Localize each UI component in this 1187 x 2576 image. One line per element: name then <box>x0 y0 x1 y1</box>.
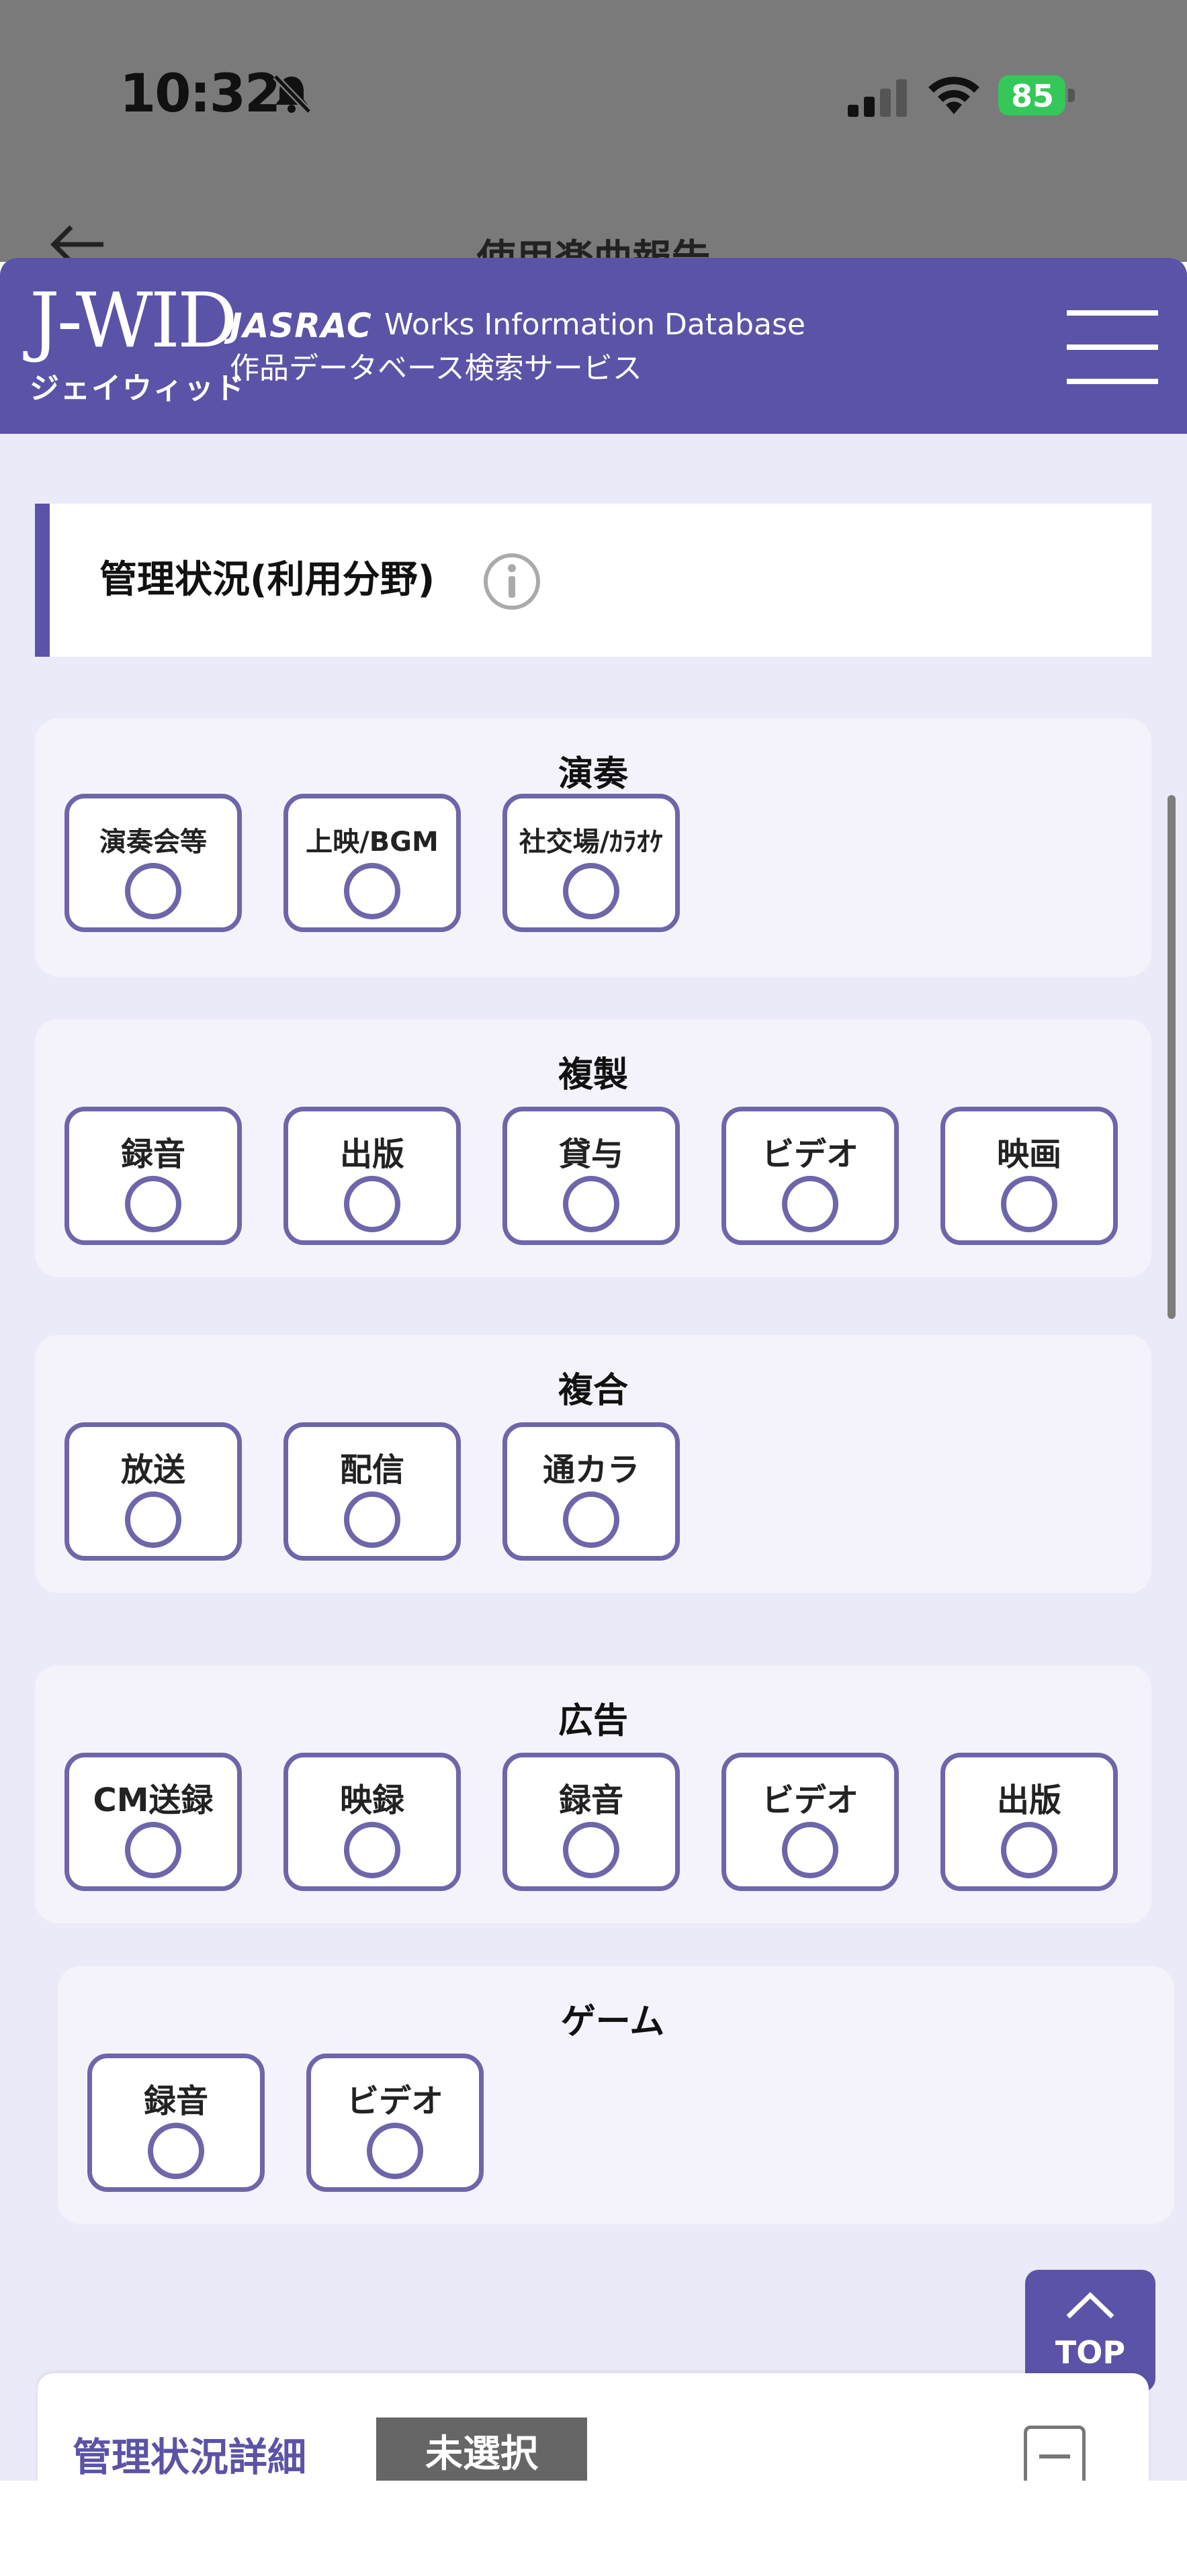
option-composite-streaming[interactable]: 配信 <box>283 1422 461 1561</box>
bell-muted-icon <box>273 74 312 114</box>
radio-circle-icon <box>125 1176 181 1232</box>
usage-group-performance: 演奏 演奏会等 上映/BGM 社交場/ｶﾗｵｹ <box>35 719 1151 976</box>
option-game-video[interactable]: ビデオ <box>306 2054 484 2192</box>
group-title: 複製 <box>558 1055 628 1095</box>
section-title: 管理状況(利用分野) <box>99 558 435 602</box>
radio-circle-icon <box>782 1822 838 1878</box>
option-label: 録音 <box>120 1136 185 1173</box>
group-title: 広告 <box>558 1701 628 1741</box>
option-advertising-video[interactable]: ビデオ <box>721 1753 899 1891</box>
group-title: 複合 <box>558 1371 628 1411</box>
cellular-signal-icon <box>848 79 907 117</box>
option-performance-concert[interactable]: 演奏会等 <box>64 794 242 932</box>
battery-level: 85 <box>1010 78 1054 114</box>
option-label: 録音 <box>558 1782 623 1819</box>
option-label: ビデオ <box>346 2082 443 2120</box>
option-label: 映録 <box>339 1782 404 1819</box>
top-button-label: TOP <box>1055 2334 1126 2371</box>
radio-circle-icon <box>344 1491 400 1548</box>
option-label: 通カラ <box>542 1451 640 1489</box>
modal-sheet: J-WID ジェイウィッド JASRAC Works Information D… <box>0 258 1187 2481</box>
option-label: 放送 <box>120 1451 185 1489</box>
group-title: ゲーム <box>560 2002 665 2042</box>
battery-tip <box>1068 89 1075 102</box>
radio-circle-icon <box>125 1822 181 1878</box>
option-label: 上映/BGM <box>306 827 439 858</box>
option-performance-screening[interactable]: 上映/BGM <box>283 794 461 932</box>
group-title: 演奏 <box>558 754 628 794</box>
option-reproduction-video[interactable]: ビデオ <box>721 1107 899 1245</box>
option-reproduction-publishing[interactable]: 出版 <box>283 1107 461 1245</box>
radio-circle-icon <box>367 2123 423 2179</box>
status-bar: 10:32 85 <box>0 0 1187 195</box>
header-subtitle-en: Works Information Database <box>384 308 805 342</box>
option-reproduction-film[interactable]: 映画 <box>940 1107 1118 1245</box>
option-label: 貸与 <box>558 1136 623 1173</box>
option-composite-broadcast[interactable]: 放送 <box>64 1422 242 1561</box>
section-accent-bar <box>35 504 50 657</box>
radio-circle-icon <box>344 1822 400 1878</box>
option-reproduction-rental[interactable]: 貸与 <box>502 1107 680 1245</box>
detail-title: 管理状況詳細 <box>73 2434 307 2480</box>
radio-circle-icon <box>563 1822 619 1878</box>
wifi-icon <box>928 77 979 114</box>
radio-circle-icon <box>148 2123 204 2179</box>
usage-group-advertising: 広告 CM送録 映録 録音 ビデオ 出版 <box>35 1665 1151 1923</box>
bottom-safe-area <box>0 2481 1187 2576</box>
collapse-toggle-icon[interactable] <box>1024 2426 1086 2487</box>
usage-group-game: ゲーム 録音 ビデオ <box>58 1966 1174 2224</box>
radio-circle-icon <box>563 1491 619 1548</box>
usage-group-composite: 複合 放送 配信 通カラ <box>35 1335 1151 1593</box>
option-label: CM送録 <box>93 1782 214 1819</box>
jasrac-brand: JASRAC <box>230 306 372 345</box>
header-subtitle-jp: 作品データベース検索サービス <box>230 351 642 385</box>
option-label: 配信 <box>339 1451 404 1489</box>
info-icon[interactable] <box>482 552 541 611</box>
scrollbar[interactable] <box>1168 795 1176 1319</box>
option-label: ビデオ <box>761 1136 859 1173</box>
option-advertising-recording[interactable]: 録音 <box>502 1753 680 1891</box>
jwid-logo[interactable]: J-WID <box>30 283 238 359</box>
option-advertising-cm[interactable]: CM送録 <box>64 1753 242 1891</box>
option-label: ビデオ <box>761 1782 859 1819</box>
option-label: 録音 <box>143 2082 208 2120</box>
option-label: 出版 <box>339 1136 404 1173</box>
jwid-logo-kana: ジェイウィッド <box>30 371 246 406</box>
radio-circle-icon <box>344 1176 400 1232</box>
option-advertising-video-recording[interactable]: 映録 <box>283 1753 461 1891</box>
option-game-recording[interactable]: 録音 <box>87 2054 265 2192</box>
radio-circle-icon <box>125 863 181 919</box>
option-composite-online-karaoke[interactable]: 通カラ <box>502 1422 680 1561</box>
radio-circle-icon <box>125 1491 181 1548</box>
app-header: J-WID ジェイウィッド JASRAC Works Information D… <box>0 258 1187 434</box>
option-reproduction-recording[interactable]: 録音 <box>64 1107 242 1245</box>
radio-circle-icon <box>782 1176 838 1232</box>
radio-circle-icon <box>344 863 400 919</box>
option-performance-karaoke[interactable]: 社交場/ｶﾗｵｹ <box>502 794 680 932</box>
radio-circle-icon <box>1001 1822 1057 1878</box>
status-time: 10:32 <box>120 64 281 124</box>
radio-circle-icon <box>1001 1176 1057 1232</box>
radio-circle-icon <box>563 863 619 919</box>
hamburger-menu-icon[interactable] <box>1067 310 1158 384</box>
battery-indicator: 85 <box>998 75 1079 116</box>
option-advertising-publishing[interactable]: 出版 <box>940 1753 1118 1891</box>
option-label: 社交場/ｶﾗｵｹ <box>519 827 664 858</box>
radio-circle-icon <box>563 1176 619 1232</box>
chevron-up-icon <box>1066 2292 1114 2319</box>
option-label: 出版 <box>996 1782 1061 1819</box>
section-header: 管理状況(利用分野) <box>35 504 1151 657</box>
usage-group-reproduction: 複製 録音 出版 貸与 ビデオ 映画 <box>35 1019 1151 1277</box>
option-label: 映画 <box>996 1136 1061 1173</box>
option-label: 演奏会等 <box>99 827 207 858</box>
